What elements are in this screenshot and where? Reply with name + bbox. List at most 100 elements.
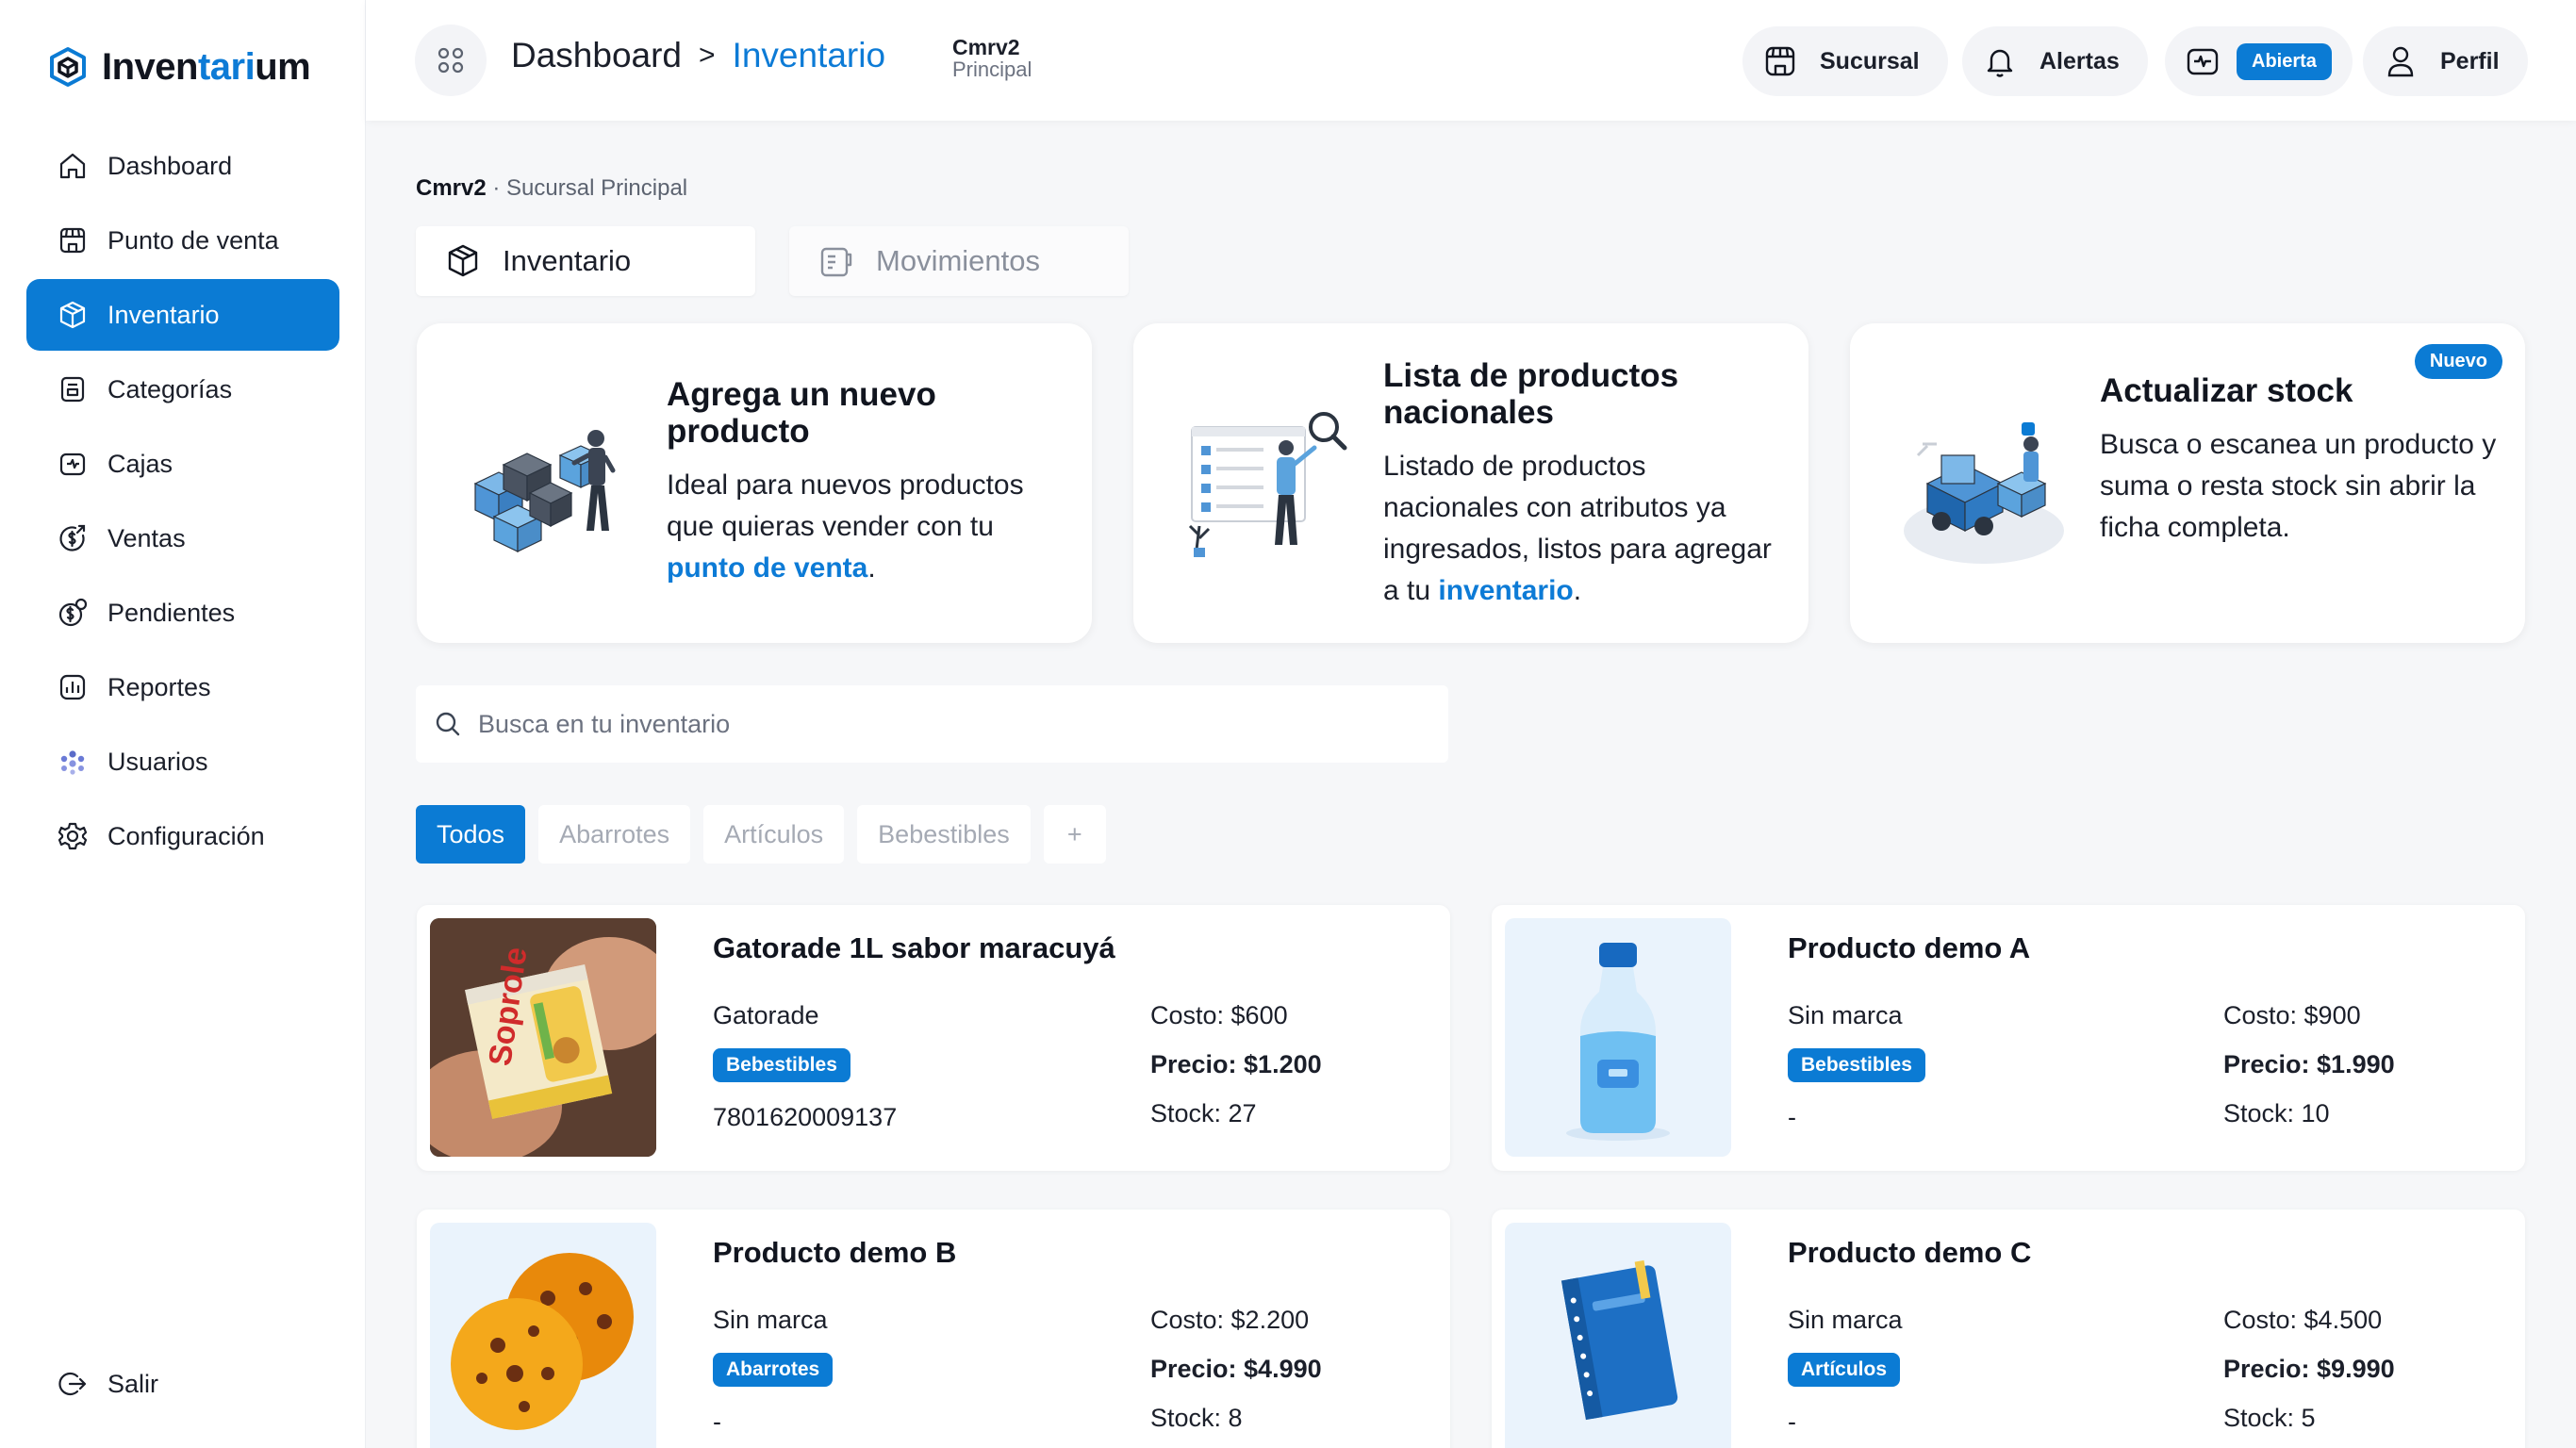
- inventory-tabs: Inventario Movimientos: [416, 226, 1129, 296]
- store-icon: [59, 227, 86, 254]
- product-stock: Stock: 8: [1150, 1404, 1243, 1432]
- notebook-icon: [1560, 1259, 1678, 1421]
- logout-label: Salir: [107, 1369, 159, 1398]
- feature-title: Agrega un nuevo producto: [667, 376, 936, 451]
- add-filter-button[interactable]: +: [1043, 805, 1106, 864]
- tag-icon: [60, 376, 85, 403]
- product-image: [430, 1223, 656, 1448]
- product-card[interactable]: Producto demo A Sin marca Bebestibles - …: [1492, 905, 2525, 1171]
- branch-line: Cmrv2 · Sucursal Principal: [416, 175, 687, 202]
- sidebar-nav: Dashboard Punto de venta Inventario Cate…: [26, 130, 339, 875]
- feature-card-add-product[interactable]: Agrega un nuevo producto Ideal para nuev…: [417, 323, 1092, 643]
- feature-card-update-stock[interactable]: Nuevo Actualizar stock Busca o escanea u…: [1850, 323, 2525, 643]
- feature-card-national-products[interactable]: Lista de productos nacionales Listado de…: [1133, 323, 1808, 643]
- sidebar-item-pendientes[interactable]: Pendientes: [26, 577, 339, 649]
- apps-grid-button[interactable]: [415, 25, 487, 96]
- register-status-button[interactable]: Abierta: [2165, 26, 2353, 96]
- sidebar-item-punto-de-venta[interactable]: Punto de venta: [26, 205, 339, 276]
- sidebar-item-label: Inventario: [107, 300, 220, 329]
- product-category-badge: Bebestibles: [713, 1048, 850, 1082]
- sidebar-item-dashboard[interactable]: Dashboard: [26, 130, 339, 202]
- product-image: Soprole: [430, 918, 656, 1157]
- sidebar-item-categorias[interactable]: Categorías: [26, 354, 339, 425]
- sidebar-item-label: Reportes: [107, 672, 211, 701]
- sales-icon: [59, 524, 86, 551]
- logout-icon: [58, 1372, 87, 1396]
- breadcrumb-root[interactable]: Dashboard: [511, 36, 682, 75]
- user-icon: [2387, 46, 2414, 77]
- tab-label: Movimientos: [876, 244, 1040, 277]
- feature-title: Lista de productos nacionales: [1383, 357, 1679, 432]
- product-name: Producto demo C: [1788, 1236, 2032, 1269]
- branch-line-name: Cmrv2: [416, 175, 487, 201]
- product-brand: Sin marca: [1788, 1306, 1903, 1334]
- pending-icon: [58, 598, 88, 627]
- product-image: [1505, 918, 1731, 1157]
- product-price: Precio: $9.990: [2223, 1355, 2395, 1383]
- sidebar-item-ventas[interactable]: Ventas: [26, 502, 339, 574]
- alerts-button[interactable]: Alertas: [1962, 26, 2148, 96]
- product-price: Precio: $1.990: [2223, 1050, 2395, 1078]
- filter-todos[interactable]: Todos: [416, 805, 526, 864]
- product-category-badge: Artículos: [1788, 1353, 1901, 1387]
- sidebar-item-configuracion[interactable]: Configuración: [26, 800, 339, 872]
- sidebar-item-label: Dashboard: [107, 151, 233, 180]
- product-stock: Stock: 27: [1150, 1099, 1257, 1127]
- grid-icon: [438, 47, 464, 74]
- sidebar-item-label: Categorías: [107, 374, 233, 403]
- product-category-badge: Bebestibles: [1788, 1048, 1925, 1082]
- sidebar-item-cajas[interactable]: Cajas: [26, 428, 339, 500]
- filter-bebestibles[interactable]: Bebestibles: [857, 805, 1031, 864]
- sidebar-item-reportes[interactable]: Reportes: [26, 651, 339, 723]
- feature-description: Ideal para nuevos productos que quieras …: [667, 469, 1024, 584]
- filter-articulos[interactable]: Artículos: [703, 805, 845, 864]
- product-cost: Costo: $600: [1150, 1001, 1288, 1029]
- top-header: Dashboard > Inventario Cmrv2 Principal S…: [366, 0, 2576, 121]
- product-name: Producto demo A: [1788, 931, 2031, 964]
- product-price: Precio: $1.200: [1150, 1050, 1322, 1078]
- sidebar-item-usuarios[interactable]: Usuarios: [26, 726, 339, 798]
- product-price: Precio: $4.990: [1150, 1355, 1322, 1383]
- store-icon: [1765, 46, 1795, 76]
- alerts-button-label: Alertas: [2039, 47, 2120, 74]
- home-icon: [59, 153, 86, 179]
- sidebar-item-label: Configuración: [107, 821, 265, 850]
- breadcrumb-separator: >: [699, 40, 716, 71]
- product-cost: Costo: $2.200: [1150, 1306, 1310, 1334]
- clipboard-icon: [820, 247, 852, 277]
- register-icon: [2187, 48, 2219, 75]
- logout-button[interactable]: Salir: [26, 1348, 339, 1420]
- product-card[interactable]: Soprole Gatorade 1L sabor maracuyá Gator…: [417, 905, 1450, 1171]
- feature-description: Listado de productos nacionales con atri…: [1383, 451, 1772, 606]
- logout-area: Salir: [26, 1348, 339, 1423]
- category-filters: Todos Abarrotes Artículos Bebestibles +: [416, 805, 1106, 864]
- chart-icon: [59, 674, 86, 700]
- product-brand: Sin marca: [713, 1306, 828, 1334]
- sidebar-item-label: Punto de venta: [107, 225, 279, 255]
- filter-abarrotes[interactable]: Abarrotes: [538, 805, 691, 864]
- sidebar-item-inventario[interactable]: Inventario: [26, 279, 339, 351]
- feature-link-punto-de-venta[interactable]: punto de venta: [667, 552, 867, 584]
- product-stock: Stock: 10: [2223, 1099, 2330, 1127]
- bell-icon: [1987, 49, 2013, 77]
- sidebar-item-label: Cajas: [107, 449, 173, 478]
- profile-button[interactable]: Perfil: [2363, 26, 2528, 96]
- breadcrumb: Dashboard > Inventario: [511, 36, 885, 75]
- product-card[interactable]: Producto demo C Sin marca Artículos - Co…: [1492, 1209, 2525, 1448]
- app-logo[interactable]: Inventarium: [47, 43, 311, 90]
- product-barcode: -: [1788, 1103, 1796, 1131]
- profile-button-label: Perfil: [2440, 47, 2500, 74]
- search-input[interactable]: [478, 709, 1327, 739]
- branch-button[interactable]: Sucursal: [1742, 26, 1948, 96]
- tab-movimientos[interactable]: Movimientos: [789, 226, 1129, 296]
- feature-link-inventario[interactable]: inventario: [1438, 575, 1573, 606]
- tab-inventario[interactable]: Inventario: [416, 226, 755, 296]
- product-stock: Stock: 5: [2223, 1404, 2316, 1432]
- feature-text: Lista de productos nacionales Listado de…: [1383, 357, 1780, 612]
- product-card[interactable]: Producto demo B Sin marca Abarrotes - Co…: [417, 1209, 1450, 1448]
- product-name: Gatorade 1L sabor maracuyá: [713, 931, 1115, 964]
- feature-title: Actualizar stock: [2100, 372, 2353, 409]
- product-cost: Costo: $4.500: [2223, 1306, 2383, 1334]
- product-brand: Sin marca: [1788, 1001, 1903, 1029]
- product-barcode: 7801620009137: [713, 1103, 898, 1131]
